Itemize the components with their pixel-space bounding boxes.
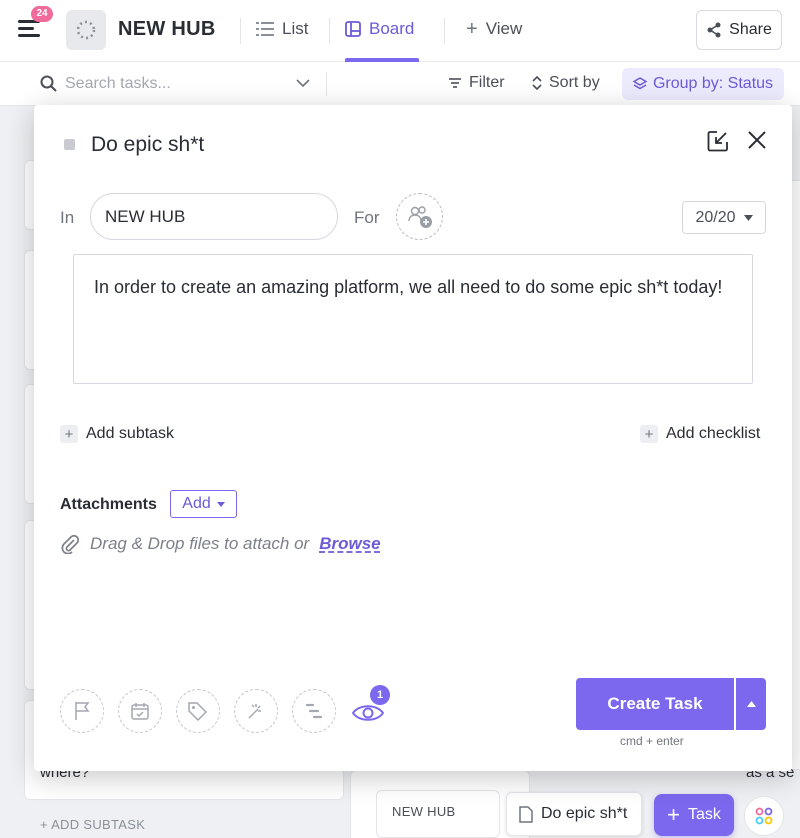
space-icon[interactable] [66, 10, 106, 50]
tab-list-label: List [282, 19, 309, 38]
caret-down-icon [216, 501, 225, 507]
apps-grid-icon [755, 807, 773, 825]
tag-icon [188, 702, 208, 721]
divider [444, 18, 445, 44]
attachments-heading: Attachments [60, 496, 157, 513]
in-label: In [60, 208, 75, 227]
for-label: For [354, 208, 380, 227]
create-options-button[interactable] [736, 678, 766, 730]
board-card[interactable]: NEW HUB [376, 790, 500, 838]
browse-link[interactable]: Browse [319, 534, 380, 554]
layers-icon [632, 77, 647, 90]
minimized-task-chip[interactable]: Do epic sh*t [506, 792, 642, 836]
close-icon[interactable] [745, 128, 769, 152]
dependencies-button[interactable] [292, 689, 336, 733]
create-task-button[interactable]: Create Task [576, 678, 734, 730]
add-subtask-link[interactable]: + ADD SUBTASK [40, 817, 145, 832]
menu-icon[interactable] [18, 20, 40, 38]
add-view-button[interactable]: + View [466, 19, 522, 39]
add-subtask-label: Add subtask [86, 425, 175, 442]
task-name-input[interactable]: Do epic sh*t [91, 133, 204, 157]
add-checklist-button[interactable]: + Add checklist [640, 425, 760, 443]
plus-icon: + [640, 425, 658, 443]
create-task-modal: Do epic sh*t In NEW HUB For 20/20 In ord… [34, 105, 792, 771]
apps-button[interactable] [744, 796, 784, 836]
add-attachment-label: Add [182, 495, 211, 512]
filter-icon [449, 78, 461, 88]
watcher-count-badge: 1 [370, 685, 390, 705]
loading-circle-icon [76, 20, 96, 40]
keyboard-shortcut-hint: cmd + enter [620, 734, 684, 748]
filter-label: Filter [469, 74, 505, 91]
group-by-button[interactable]: Group by: Status [622, 68, 784, 100]
tags-button[interactable] [176, 689, 220, 733]
tab-list[interactable]: List [256, 19, 308, 39]
points-select[interactable]: 20/20 [682, 201, 766, 234]
caret-up-icon [746, 701, 756, 707]
points-value: 20/20 [695, 208, 736, 226]
drop-text: Drag & Drop files to attach or [90, 534, 310, 553]
attachment-drop-zone[interactable]: Drag & Drop files to attach or Browse [60, 534, 381, 554]
add-attachment-dropdown[interactable]: Add [170, 490, 237, 518]
caret-down-icon [743, 214, 753, 221]
new-task-label: Task [687, 806, 721, 823]
eye-icon [351, 705, 385, 721]
divider [329, 18, 330, 44]
card-list-name: NEW HUB [392, 804, 456, 819]
due-date-button[interactable] [118, 689, 162, 733]
plus-icon: + [667, 802, 680, 827]
flag-icon [75, 702, 90, 720]
notification-badge: 24 [31, 6, 53, 22]
chip-label: Do epic sh*t [541, 805, 628, 822]
calendar-icon [131, 703, 149, 720]
add-assignee-icon [407, 205, 432, 228]
sort-button[interactable]: Sort by [532, 74, 600, 92]
sort-label: Sort by [549, 74, 600, 91]
chevron-down-icon[interactable] [296, 79, 310, 88]
gantt-icon [305, 703, 323, 719]
paperclip-icon [61, 534, 80, 554]
page-title: NEW HUB [118, 18, 216, 40]
share-button[interactable]: Share [696, 10, 782, 50]
tab-board[interactable]: Board [345, 19, 414, 39]
share-icon [707, 22, 721, 38]
filter-button[interactable]: Filter [448, 74, 505, 92]
priority-button[interactable] [60, 689, 104, 733]
magic-wand-icon [248, 704, 261, 719]
list-icon [256, 22, 274, 36]
assignee-picker[interactable] [396, 193, 443, 240]
top-bar: 24 NEW HUB List Board + View Share [0, 0, 800, 62]
add-subtask-button[interactable]: + Add subtask [60, 425, 174, 443]
add-checklist-label: Add checklist [666, 425, 761, 442]
description-field[interactable]: In order to create an amazing platform, … [73, 254, 753, 384]
plus-icon: + [466, 18, 478, 40]
search-icon [40, 75, 57, 92]
tab-board-label: Board [369, 19, 415, 38]
add-view-label: View [485, 19, 523, 38]
divider [240, 18, 241, 44]
group-by-label: Group by: Status [652, 75, 774, 92]
board-icon [345, 21, 361, 37]
divider [326, 72, 327, 96]
expand-icon[interactable] [706, 129, 730, 153]
status-indicator[interactable] [64, 139, 75, 150]
new-task-button[interactable]: + Task [654, 794, 734, 836]
sort-icon [532, 76, 542, 90]
list-selector[interactable]: NEW HUB [90, 193, 338, 240]
share-label: Share [729, 21, 772, 38]
document-icon [519, 805, 533, 823]
toolbar: Filter Sort by Group by: Status [0, 62, 800, 106]
automation-button[interactable] [234, 689, 278, 733]
plus-icon: + [60, 425, 78, 443]
search-input[interactable] [65, 72, 295, 96]
